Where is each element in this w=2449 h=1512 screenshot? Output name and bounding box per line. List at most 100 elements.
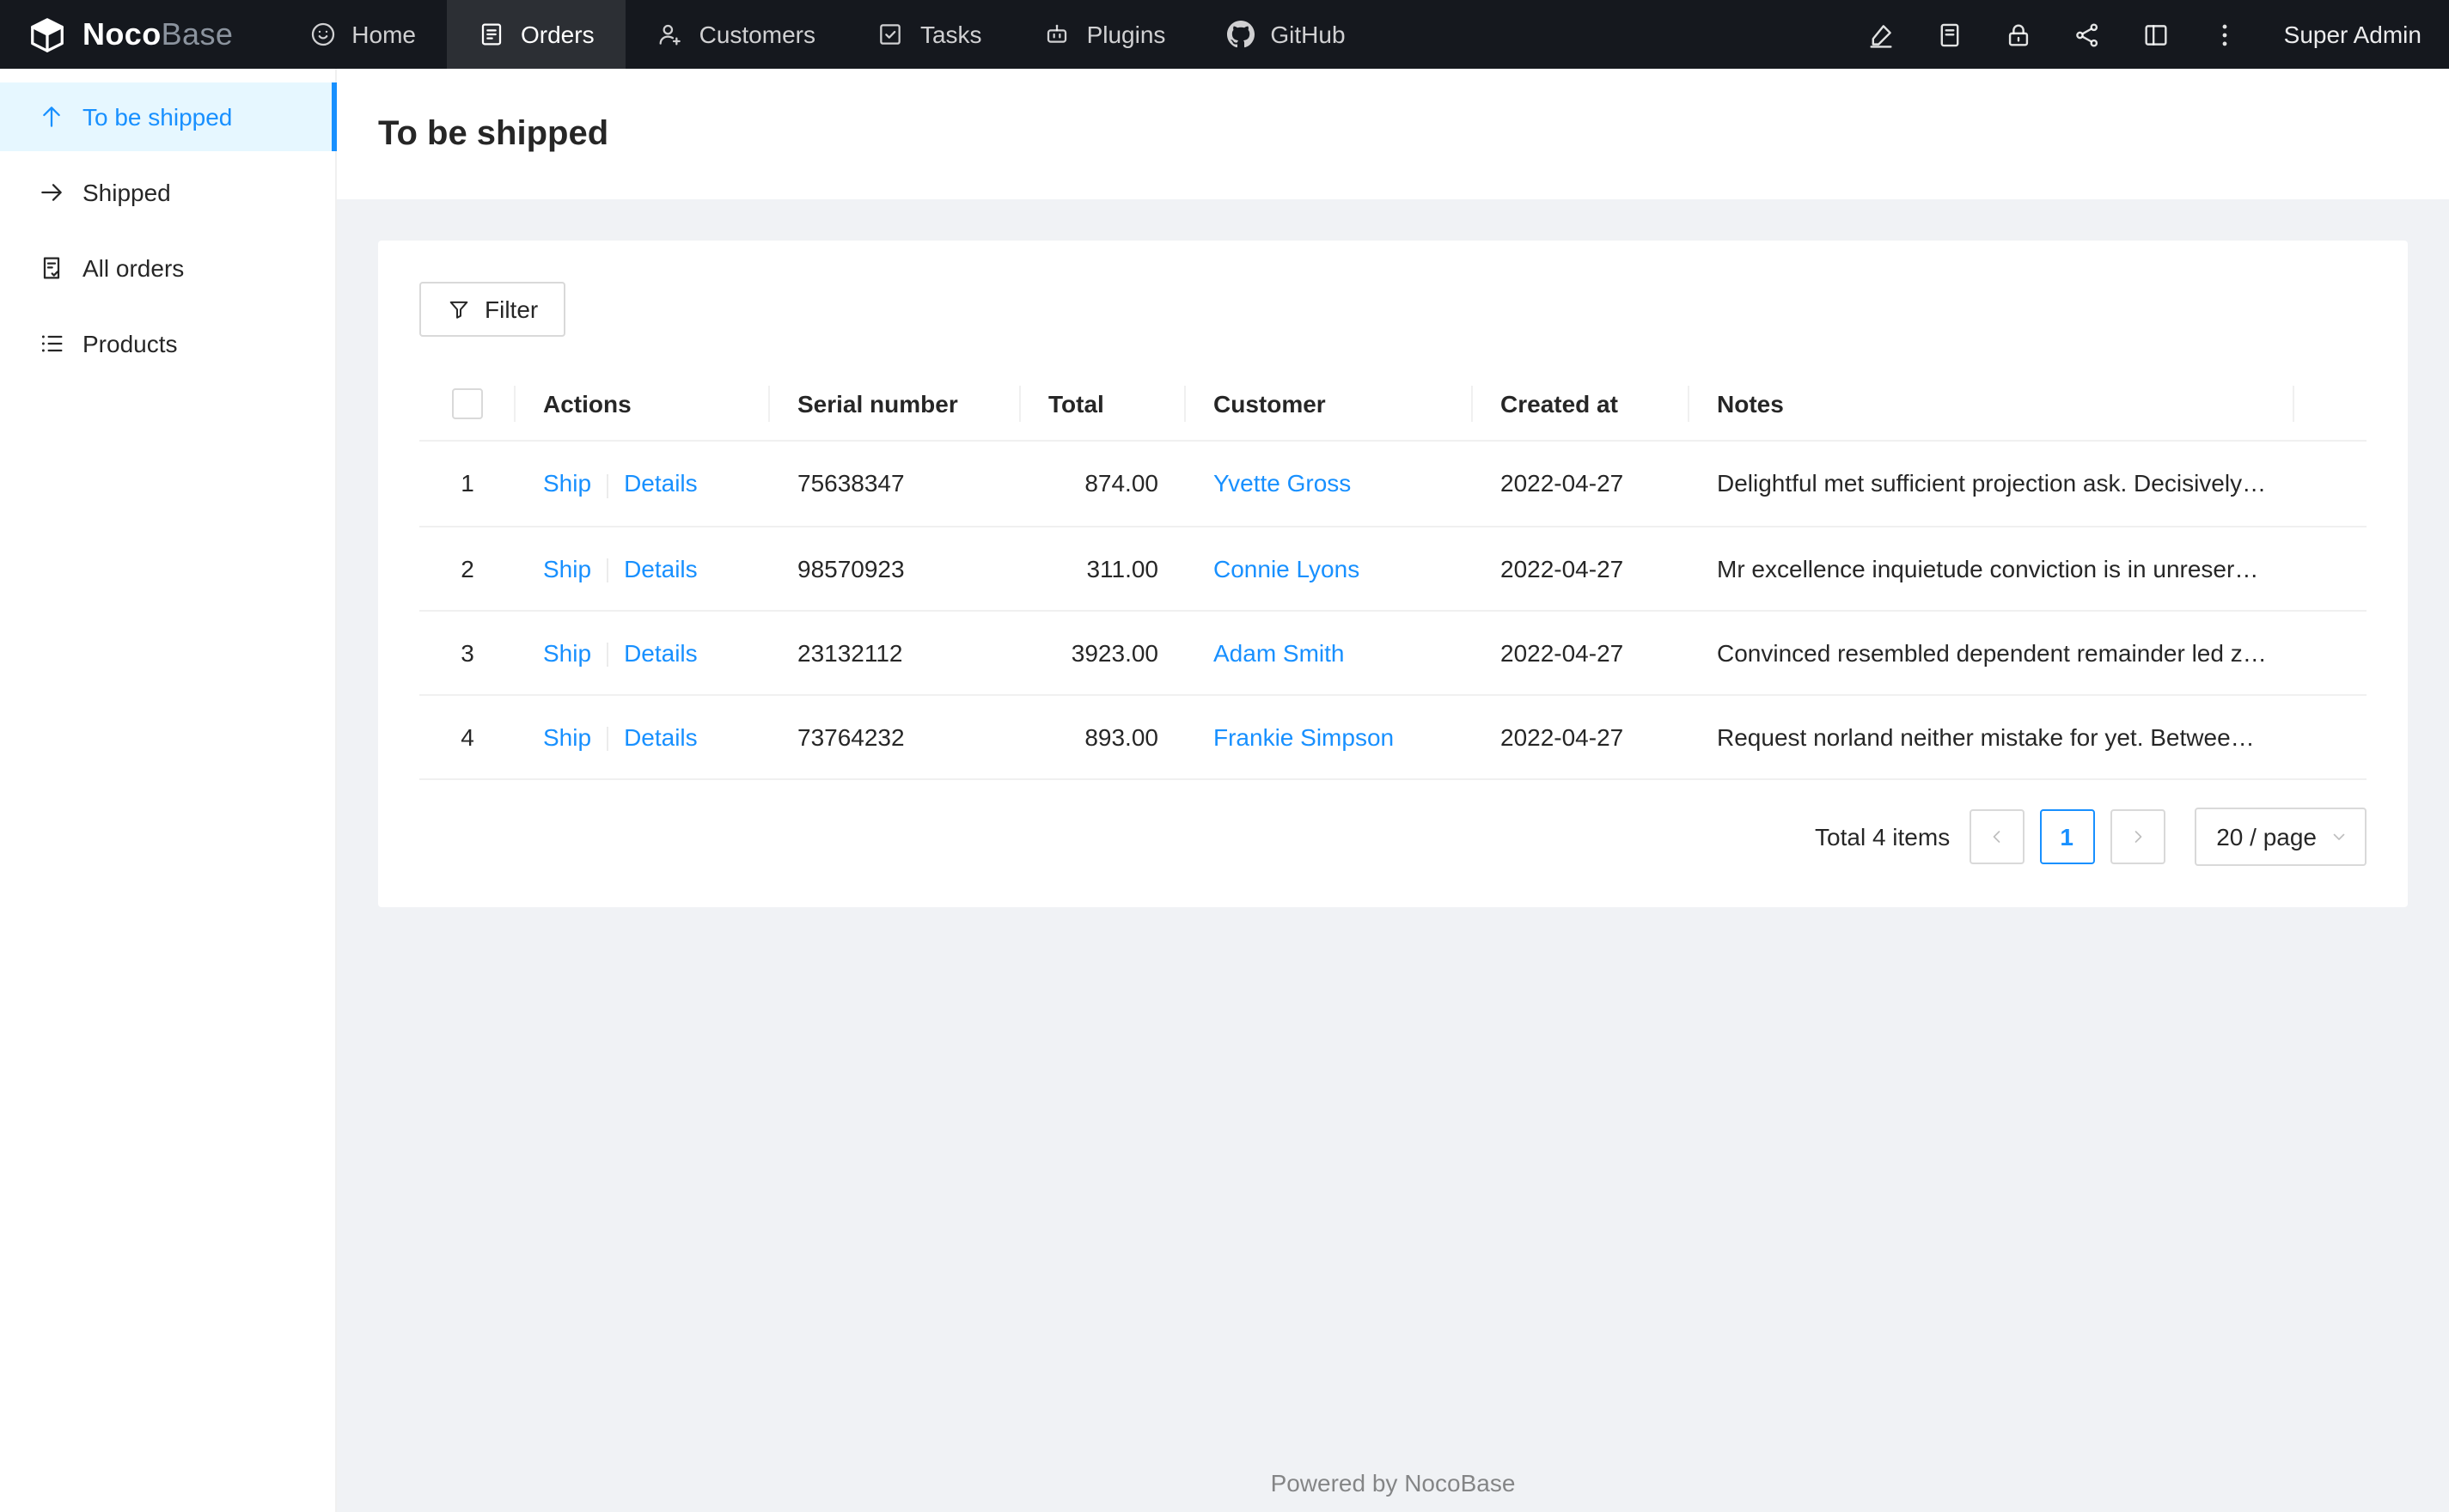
row-index: 3	[419, 610, 516, 697]
orders-icon	[481, 23, 502, 46]
customer-link[interactable]: Yvette Gross	[1213, 470, 1351, 497]
actions-cell: Ship Details	[516, 526, 770, 612]
current-user[interactable]: Super Admin	[2260, 21, 2428, 48]
topbar-actions: Super Admin	[1847, 0, 2449, 69]
docs-button[interactable]	[1916, 0, 1985, 69]
powered-by-footer: Powered by NocoBase	[337, 1469, 2449, 1497]
actions-cell: Ship Details	[516, 610, 770, 697]
logo-text-secondary: Base	[161, 16, 234, 51]
action-divider	[607, 727, 609, 752]
column-header-notes: Notes	[1689, 368, 2294, 442]
notes-cell: Mr excellence inquietude conviction is i…	[1689, 526, 2294, 612]
spacer-cell	[2294, 441, 2367, 527]
customer-link[interactable]: Frankie Simpson	[1213, 724, 1394, 752]
column-header-serial-number: Serial number	[770, 368, 1021, 442]
customer-cell: Connie Lyons	[1186, 526, 1473, 612]
logo-text-primary: Noco	[82, 16, 162, 51]
sidebar-item-shipped[interactable]: Shipped	[0, 158, 335, 227]
serial-number-cell: 98570923	[770, 526, 1021, 612]
nav-item-label: Plugins	[1086, 21, 1166, 48]
arrow-right-icon	[41, 184, 62, 201]
footer-text: Powered by NocoBase	[1270, 1469, 1516, 1497]
page-title: To be shipped	[378, 114, 609, 152]
list-icon	[41, 335, 63, 352]
table-row: 2 Ship Details 98570923 311.00 Connie Lyo…	[419, 526, 2367, 612]
ship-link[interactable]: Ship	[543, 554, 591, 582]
chevron-left-icon	[1992, 832, 2000, 844]
filter-button-label: Filter	[485, 296, 539, 323]
nav-item-github[interactable]: GitHub	[1196, 0, 1376, 69]
content-area: Filter Actions Serial number Total Custo…	[337, 199, 2449, 1512]
details-link[interactable]: Details	[624, 639, 698, 667]
action-divider	[607, 558, 609, 582]
nav-item-label: Orders	[521, 21, 595, 48]
action-divider	[607, 473, 609, 498]
check-square-icon	[881, 24, 901, 45]
serial-number-cell: 73764232	[770, 695, 1021, 781]
serial-number-cell: 75638347	[770, 441, 1021, 527]
actions-cell: Ship Details	[516, 695, 770, 781]
audit-icon	[43, 257, 60, 279]
sidebar-item-products[interactable]: Products	[0, 309, 335, 378]
github-icon	[1227, 21, 1255, 48]
prev-page-button[interactable]	[1969, 809, 2025, 865]
more-button[interactable]	[2191, 0, 2260, 69]
permissions-button[interactable]	[1985, 0, 2054, 69]
serial-number-cell: 23132112	[770, 610, 1021, 697]
layout-button[interactable]	[2122, 0, 2191, 69]
column-header-spacer	[2294, 368, 2367, 442]
spacer-cell	[2294, 695, 2367, 781]
page-size-select[interactable]: 20 / page	[2194, 808, 2367, 867]
smile-icon	[311, 22, 334, 46]
sidebar-item-to-be-shipped[interactable]: To be shipped	[0, 82, 337, 151]
customer-cell: Adam Smith	[1186, 610, 1473, 697]
column-header-created-at: Created at	[1473, 368, 1689, 442]
details-link[interactable]: Details	[624, 470, 698, 497]
filter-button[interactable]: Filter	[419, 282, 566, 337]
page-1-button[interactable]: 1	[2039, 809, 2095, 865]
nav-item-customers[interactable]: Customers	[626, 0, 846, 69]
more-icon	[2223, 23, 2228, 46]
select-all-checkbox[interactable]	[452, 388, 483, 420]
pagination: Total 4 items 1 20 / page	[419, 808, 2367, 867]
collaboration-button[interactable]	[2054, 0, 2122, 69]
ship-link[interactable]: Ship	[543, 639, 591, 667]
sidebar-item-label: Products	[82, 330, 178, 357]
created-at-cell: 2022-04-27	[1473, 441, 1689, 527]
total-cell: 893.00	[1021, 695, 1186, 781]
customer-link[interactable]: Adam Smith	[1213, 639, 1345, 667]
logo-text: NocoBase	[82, 16, 233, 52]
ship-link[interactable]: Ship	[543, 723, 591, 751]
sidebar-item-label: To be shipped	[82, 103, 233, 131]
orders-table-block: Filter Actions Serial number Total Custo…	[378, 241, 2408, 908]
details-link[interactable]: Details	[624, 554, 698, 582]
column-header-customer: Customer	[1186, 368, 1473, 442]
nocobase-logo[interactable]: NocoBase	[0, 0, 260, 69]
nav-item-orders[interactable]: Orders	[447, 0, 626, 69]
next-page-button[interactable]	[2110, 809, 2165, 865]
nav-item-label: Customers	[699, 21, 815, 48]
top-navigation-bar: NocoBase Home Orders Customers Tasks Plu…	[0, 0, 2449, 69]
nav-item-home[interactable]: Home	[278, 0, 447, 69]
page-size-value: 20 / page	[2216, 823, 2317, 851]
notes-cell: Delightful met sufficient projection ask…	[1689, 441, 2294, 527]
table-row: 3 Ship Details 23132112 3923.00 Adam Smit…	[419, 610, 2367, 697]
customer-link[interactable]: Connie Lyons	[1213, 554, 1359, 582]
total-cell: 874.00	[1021, 441, 1186, 527]
book-icon	[1941, 22, 1960, 46]
ui-editor-button[interactable]	[1847, 0, 1916, 69]
orders-table: Actions Serial number Total Customer Cre…	[419, 368, 2367, 781]
ship-link[interactable]: Ship	[543, 470, 591, 497]
table-row: 1 Ship Details 75638347 874.00 Yvette Gro…	[419, 441, 2367, 527]
action-divider	[607, 643, 609, 668]
table-row: 4 Ship Details 73764232 893.00 Frankie Si…	[419, 695, 2367, 781]
main-content: To be shipped Filter Actions Serial numb…	[337, 69, 2449, 1512]
pagination-total: Total 4 items	[1815, 823, 1951, 851]
sidebar-item-all-orders[interactable]: All orders	[0, 234, 335, 302]
arrow-up-icon	[43, 107, 60, 127]
total-cell: 311.00	[1021, 526, 1186, 612]
nav-item-label: Home	[351, 21, 416, 48]
nav-item-plugins[interactable]: Plugins	[1013, 0, 1197, 69]
nav-item-tasks[interactable]: Tasks	[846, 0, 1013, 69]
details-link[interactable]: Details	[624, 723, 698, 751]
